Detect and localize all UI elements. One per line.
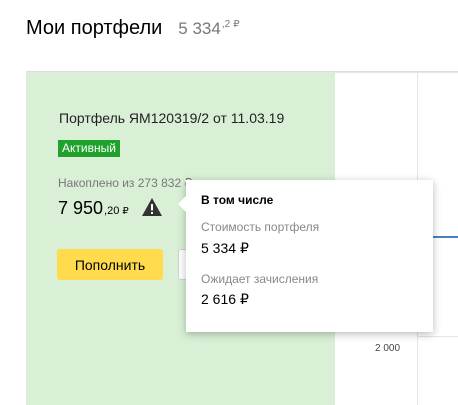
- accumulated-text: Накоплено из 273 832 ₽: [58, 176, 193, 190]
- total-balance-currency: ₽: [233, 19, 240, 31]
- chart-gridline: [335, 72, 458, 73]
- portfolio-amount: 7 950,20 ₽: [58, 198, 129, 219]
- warning-triangle-icon[interactable]: [141, 197, 163, 217]
- pending-value: 2 616 ₽: [201, 291, 249, 308]
- amount-int: 7 950: [58, 198, 104, 218]
- amount-breakdown-tooltip: В том числе Стоимость портфеля 5 334 ₽ Ож…: [178, 180, 433, 332]
- tooltip-arrow: [178, 196, 186, 212]
- portfolio-name: Портфель ЯМ120319/2 от 11.03.19: [59, 110, 285, 126]
- total-balance-frac: ,2: [221, 19, 231, 31]
- tooltip-title: В том числе: [201, 193, 274, 207]
- total-balance: 5 334,2 ₽: [178, 19, 239, 39]
- total-balance-int: 5 334: [178, 19, 221, 38]
- portfolio-value-currency: ₽: [240, 240, 249, 256]
- chart-series-line: [430, 236, 458, 238]
- pending-value-amount: 2 616: [201, 291, 237, 307]
- page-title: Мои портфели: [26, 17, 163, 39]
- amount-frac: ,20: [104, 205, 120, 217]
- topup-button[interactable]: Пополнить: [57, 249, 163, 280]
- status-badge: Активный: [58, 140, 120, 157]
- amount-currency: ₽: [122, 206, 129, 217]
- portfolios-page: Мои портфели 5 334,2 ₽ 2 000 Портфель ЯМ1…: [0, 0, 458, 405]
- chart-gridline: [417, 336, 458, 337]
- portfolio-value-label: Стоимость портфеля: [201, 220, 320, 234]
- chart-y-tick-label: 2 000: [375, 343, 401, 354]
- page-header: Мои портфели 5 334,2 ₽: [26, 17, 240, 40]
- pending-label: Ожидает зачисления: [201, 272, 319, 286]
- portfolio-value: 5 334 ₽: [201, 240, 249, 257]
- portfolio-value-amount: 5 334: [201, 240, 237, 256]
- pending-value-currency: ₽: [240, 291, 249, 307]
